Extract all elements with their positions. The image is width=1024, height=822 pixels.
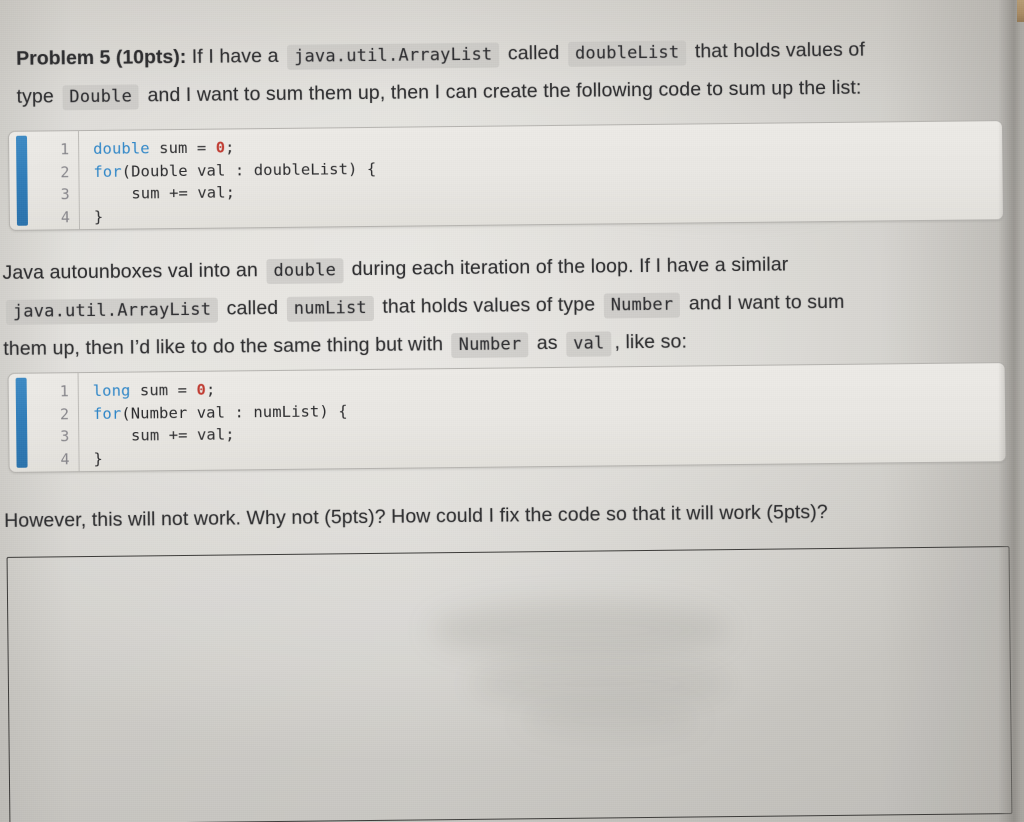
question-paragraph: However, this will not work. Why not (5p… bbox=[4, 494, 828, 540]
problem-statement-line-2: type Double and I want to sum them up, t… bbox=[16, 70, 865, 117]
explanation-line-3: them up, then I’d like to do the same th… bbox=[3, 322, 845, 369]
inline-code-arraylist: java.util.ArrayList bbox=[286, 42, 500, 70]
code-line-number: 1 bbox=[59, 382, 69, 401]
inline-code-double-type: Double bbox=[62, 84, 140, 111]
inline-code-number-type: Number bbox=[603, 292, 681, 319]
p2-text-segment-2: during each iteration of the loop. If I … bbox=[351, 253, 789, 281]
code-block-second: 1 2 3 4 long sum = 0; for(Number val : numLi… bbox=[7, 362, 1007, 473]
page-edge-shadow bbox=[998, 0, 1024, 822]
code-line-number: 3 bbox=[60, 427, 70, 446]
answer-box[interactable] bbox=[6, 546, 1013, 822]
p2-text-segment-7: as bbox=[536, 331, 558, 355]
inline-code-val: val bbox=[566, 331, 612, 357]
p1-text-segment-2: called bbox=[507, 41, 560, 65]
code-block-source: double sum = 0; for(Double val : doubleLi… bbox=[79, 121, 1003, 229]
desk-surface-sliver bbox=[1017, 0, 1024, 22]
code-block-line-numbers: 1 2 3 4 bbox=[26, 373, 80, 472]
code-line-number: 4 bbox=[60, 449, 70, 468]
problem-statement-paragraph: Problem 5 (10pts): If I have a java.util… bbox=[16, 32, 866, 117]
code-line-number: 4 bbox=[60, 207, 70, 226]
code-line-number: 3 bbox=[60, 185, 70, 204]
problem-heading: Problem 5 (10pts): bbox=[16, 45, 187, 70]
code-line-number: 1 bbox=[60, 140, 70, 159]
inline-code-number-as: Number bbox=[451, 332, 529, 359]
inline-code-arraylist-2: java.util.ArrayList bbox=[5, 297, 219, 325]
code-block-first: 1 2 3 4 double sum = 0; for(Double val : dou… bbox=[7, 120, 1004, 231]
inline-code-numlist: numList bbox=[286, 295, 374, 322]
inline-code-double-primitive: double bbox=[266, 258, 344, 285]
p2-text-segment-5: and I want to sum bbox=[688, 290, 845, 315]
code-block-line-numbers: 1 2 3 4 bbox=[26, 131, 81, 230]
p2-text-segment-8: , like so: bbox=[614, 330, 688, 354]
document-content-plane: Problem 5 (10pts): If I have a java.util… bbox=[0, 0, 1024, 822]
p2-text-segment-6: them up, then I’d like to do the same th… bbox=[3, 333, 444, 360]
p1-text-segment-5: and I want to sum them up, then I can cr… bbox=[147, 76, 862, 107]
p2-text-segment-4: that holds values of type bbox=[382, 293, 596, 318]
worksheet-photo: Problem 5 (10pts): If I have a java.util… bbox=[0, 0, 1024, 822]
explanation-paragraph: Java autounboxes val into an double duri… bbox=[2, 246, 845, 369]
code-line-number: 2 bbox=[59, 404, 70, 423]
p1-text-segment-3: that holds values of bbox=[694, 38, 865, 63]
inline-code-doublelist: doubleList bbox=[567, 40, 687, 67]
p2-text-segment-1: Java autounboxes val into an bbox=[2, 259, 258, 284]
code-block-source: long sum = 0; for(Number val : numList) {… bbox=[79, 363, 1006, 471]
code-line-number: 2 bbox=[60, 162, 70, 181]
p1-text-segment-4: type bbox=[16, 85, 54, 108]
p1-text-segment-1: If I have a bbox=[191, 44, 279, 68]
p2-text-segment-3: called bbox=[226, 296, 279, 320]
question-line-1: However, this will not work. Why not (5p… bbox=[4, 501, 828, 532]
